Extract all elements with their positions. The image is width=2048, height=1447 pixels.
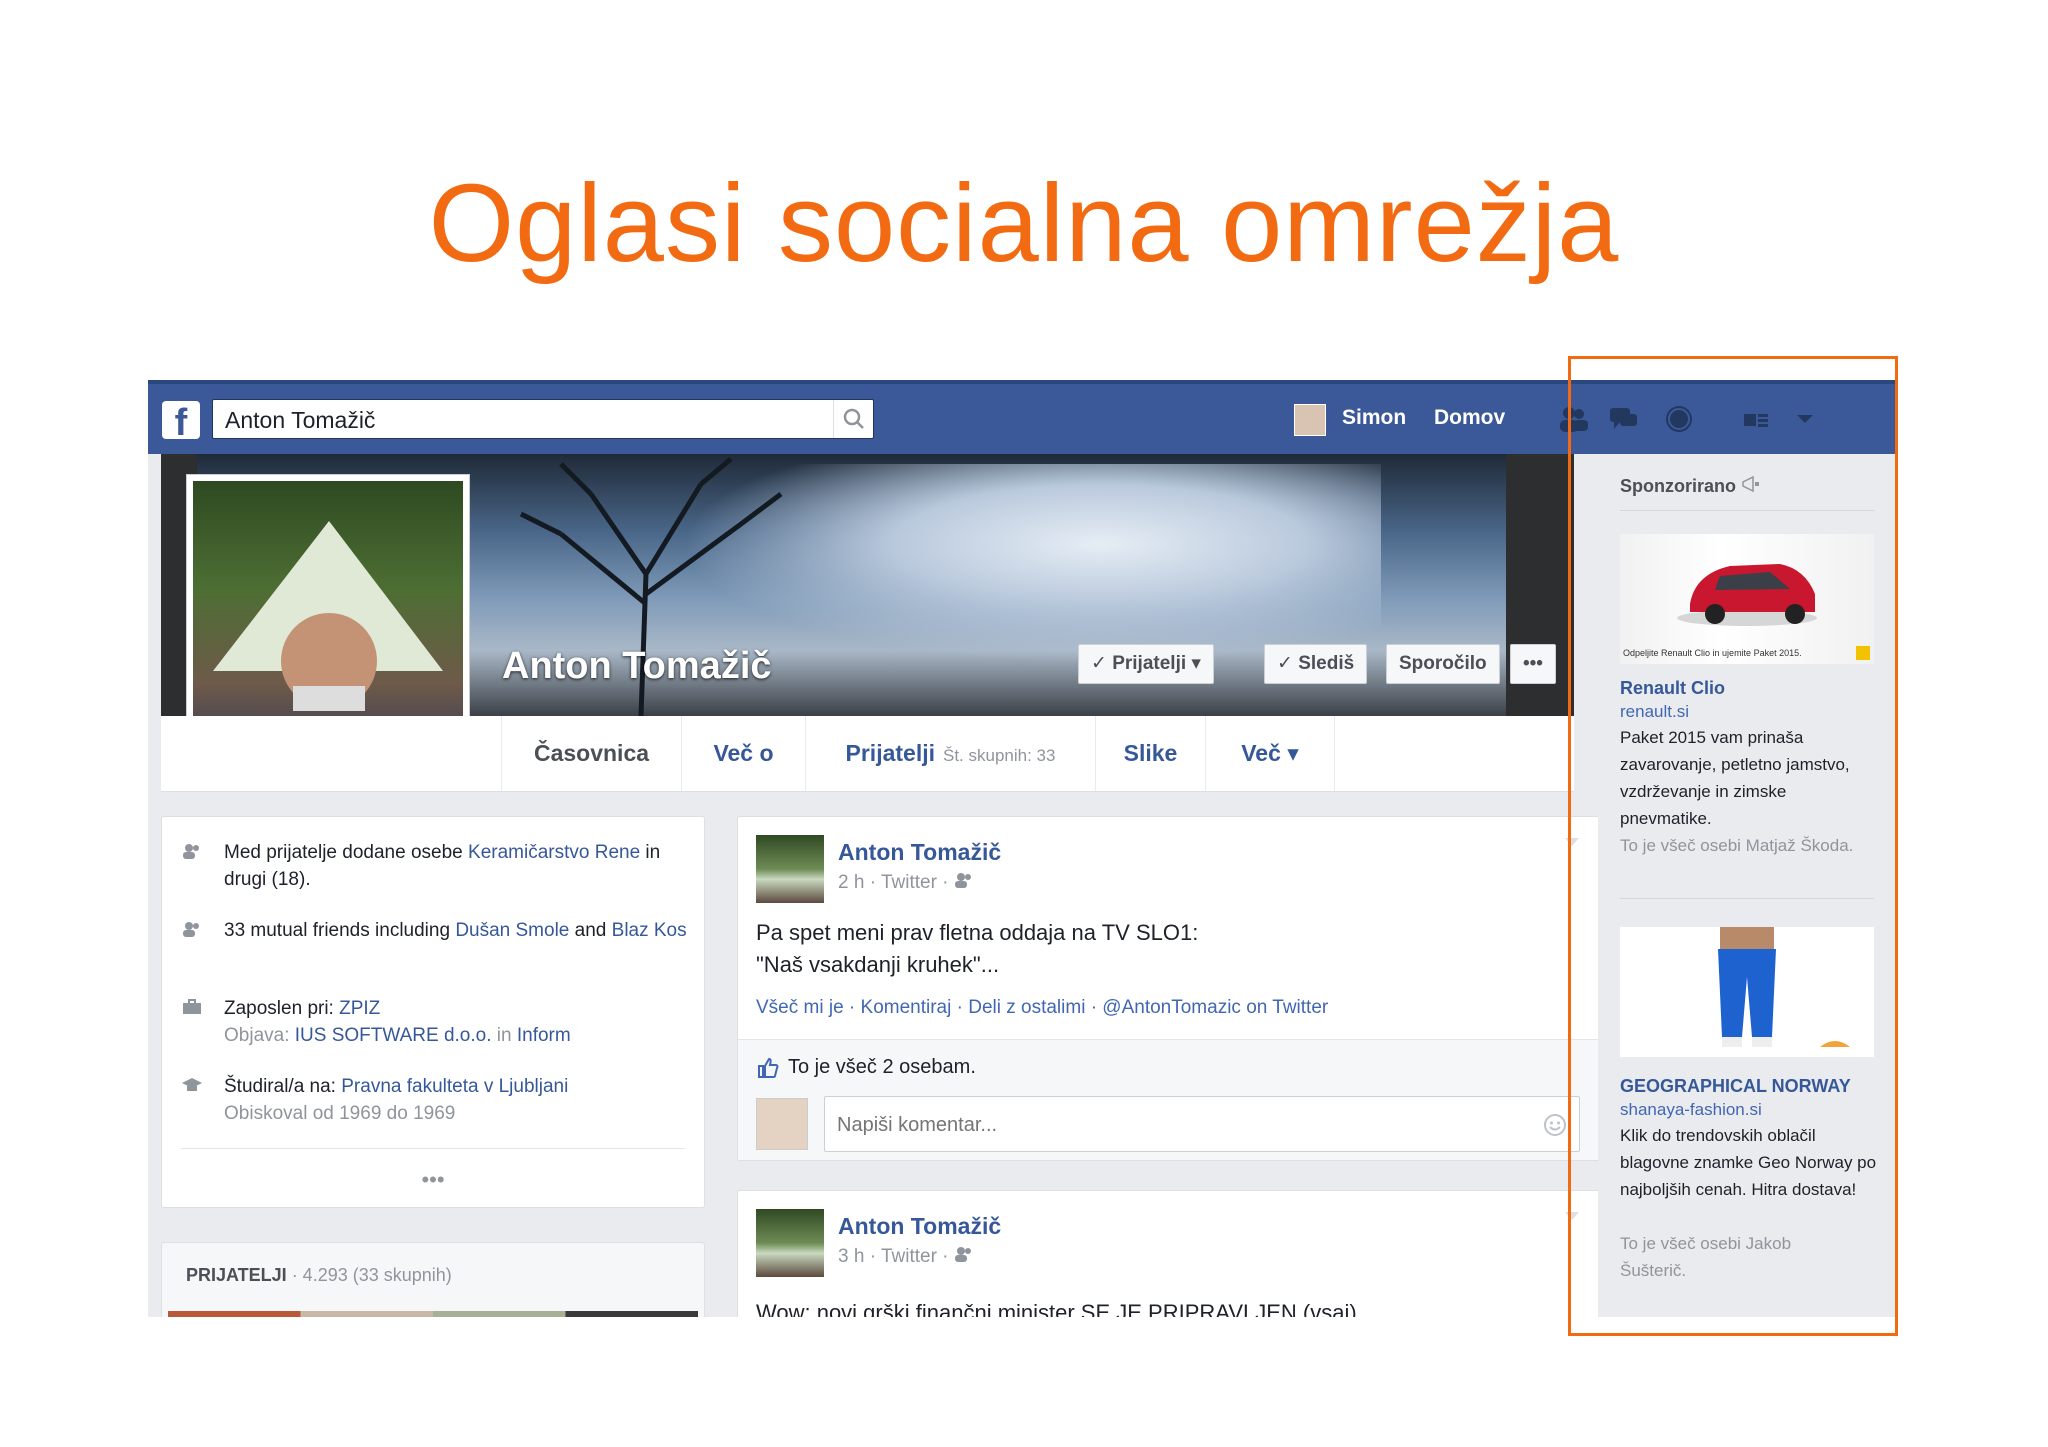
- friends-icon: [183, 844, 199, 859]
- friends-audience-icon: [954, 1247, 971, 1262]
- friends-thumbnails[interactable]: [168, 1311, 698, 1317]
- intro-text: in: [491, 1025, 517, 1046]
- post-meta: 2 h · Twitter ·: [838, 872, 974, 894]
- more-options-button[interactable]: •••: [1510, 644, 1556, 684]
- like-thumb-icon: [758, 1057, 779, 1078]
- intro-box: Med prijatelje dodane osebe Keramičarstv…: [161, 816, 705, 1208]
- intro-link[interactable]: ZPIZ: [339, 998, 380, 1019]
- friends-box: PRIJATELJI · 4.293 (33 skupnih): [161, 1242, 705, 1317]
- post-author-avatar[interactable]: [756, 835, 824, 903]
- search-box: [212, 399, 874, 440]
- profile-photo-art: [213, 521, 443, 711]
- intro-text: Študiral/a na:: [224, 1076, 342, 1097]
- intro-link[interactable]: IUS SOFTWARE d.o.o.: [295, 1025, 492, 1046]
- post-author-avatar[interactable]: [756, 1209, 824, 1277]
- profile-name: Anton Tomažič: [502, 645, 772, 687]
- intro-item-friends-added: Med prijatelje dodane osebe Keramičarstv…: [182, 839, 692, 893]
- slide-title: Oglasi socialna omrežja: [428, 162, 1620, 285]
- friends-button[interactable]: ✓ Prijatelji ▾: [1078, 644, 1214, 684]
- post-text: Wow: novi grški finančni minister SE JE …: [756, 1300, 1357, 1317]
- intro-link[interactable]: Inform: [517, 1025, 571, 1046]
- commenter-avatar: [756, 1098, 808, 1150]
- intro-text: Med prijatelje dodane osebe: [224, 842, 469, 863]
- intro-link[interactable]: Pravna fakulteta v Ljubljani: [341, 1076, 568, 1097]
- likes-count[interactable]: To je všeč 2 osebam.: [788, 1056, 976, 1079]
- post-text-line: Pa spet meni prav fletna oddaja na TV SL…: [756, 920, 1199, 945]
- friends-box-label: PRIJATELJI: [186, 1265, 287, 1285]
- intro-more-button[interactable]: •••: [413, 1169, 453, 1191]
- tab-photos[interactable]: Slike: [1095, 716, 1205, 791]
- intro-divider: [181, 1148, 685, 1149]
- intro-text: Zaposlen pri:: [224, 998, 340, 1019]
- home-link[interactable]: Domov: [1434, 406, 1505, 430]
- sponsored-highlight-frame: [1568, 356, 1898, 1336]
- search-button[interactable]: [833, 400, 873, 438]
- search-input[interactable]: [223, 400, 827, 440]
- intro-text: Objava:: [224, 1025, 295, 1046]
- intro-item-education: Študiral/a na: Pravna fakulteta v Ljublj…: [182, 1073, 692, 1127]
- post-time-source[interactable]: 3 h · Twitter ·: [838, 1246, 954, 1267]
- post-card: Anton Tomažič 3 h · Twitter · Wow: novi …: [737, 1190, 1601, 1317]
- tab-friends-label: Prijatelji: [845, 740, 935, 766]
- message-button[interactable]: Sporočilo: [1386, 644, 1500, 684]
- user-avatar[interactable]: [1294, 404, 1326, 436]
- intro-item-work: Zaposlen pri: ZPIZ Objava: IUS SOFTWARE d…: [182, 995, 692, 1049]
- tab-timeline[interactable]: Časovnica: [501, 716, 681, 791]
- intro-link[interactable]: Blaz Kos: [612, 920, 687, 941]
- tab-friends-mutual-count: Št. skupnih: 33: [943, 746, 1056, 765]
- intro-text: Obiskoval od 1969 do 1969: [224, 1103, 456, 1124]
- facebook-logo[interactable]: f: [162, 401, 200, 439]
- emoji-icon[interactable]: [1543, 1113, 1567, 1137]
- following-button[interactable]: ✓ Slediš: [1264, 644, 1368, 684]
- intro-link[interactable]: Dušan Smole: [455, 920, 569, 941]
- tab-more[interactable]: Več ▾: [1205, 716, 1335, 791]
- post-time-source[interactable]: 2 h · Twitter ·: [838, 872, 954, 893]
- graduation-cap-icon: [182, 1078, 202, 1091]
- post-likes-section: To je všeč 2 osebam.: [738, 1039, 1600, 1160]
- post-author[interactable]: Anton Tomažič: [838, 1213, 1001, 1240]
- briefcase-icon: [183, 999, 201, 1014]
- intro-item-mutual-friends: 33 mutual friends including Dušan Smole …: [182, 917, 692, 944]
- comment-input[interactable]: [835, 1097, 1519, 1153]
- profile-tabs: Časovnica Več o Prijatelji Št. skupnih: 3…: [161, 716, 1574, 792]
- search-icon: [843, 408, 864, 429]
- post-author[interactable]: Anton Tomažič: [838, 839, 1001, 866]
- profile-photo: [193, 481, 463, 751]
- post-text: Pa spet meni prav fletna oddaja na TV SL…: [756, 917, 1556, 981]
- post-text-line: "Naš vsakdanji kruhek"...: [756, 952, 1000, 977]
- intro-link[interactable]: Keramičarstvo Rene: [468, 842, 640, 863]
- friends-icon: [183, 922, 199, 937]
- intro-text: and: [569, 920, 612, 941]
- user-name-link[interactable]: Simon: [1342, 406, 1406, 430]
- friends-audience-icon: [954, 873, 971, 888]
- tab-friends[interactable]: Prijatelji Št. skupnih: 33: [805, 716, 1095, 791]
- post-meta: 3 h · Twitter ·: [838, 1246, 974, 1268]
- friends-box-header[interactable]: PRIJATELJI · 4.293 (33 skupnih): [186, 1265, 452, 1286]
- post-card: Anton Tomažič 2 h · Twitter · Pa spet me…: [737, 816, 1601, 1161]
- friends-box-count: · 4.293 (33 skupnih): [286, 1265, 452, 1285]
- post-actions[interactable]: Všeč mi je · Komentiraj · Deli z ostalim…: [756, 997, 1328, 1019]
- comment-box: [824, 1096, 1580, 1153]
- intro-text: 33 mutual friends including: [224, 920, 456, 941]
- tab-about[interactable]: Več o: [681, 716, 805, 791]
